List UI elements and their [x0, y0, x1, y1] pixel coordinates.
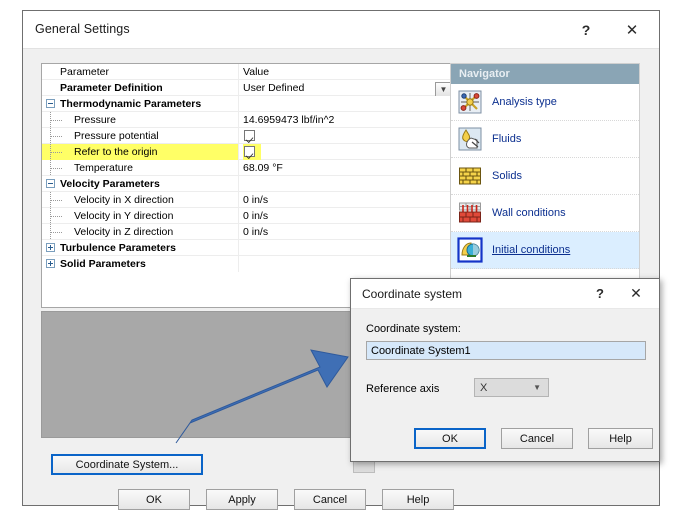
sidebar-item-initial-conditions[interactable]: Initial conditions — [451, 232, 639, 269]
chevron-down-icon[interactable]: ▼ — [533, 383, 541, 392]
table-row-velocity-z[interactable]: Velocity in Z direction 0 in/s — [42, 223, 456, 240]
tree-gutter — [42, 143, 238, 160]
sidebar-item-label: Initial conditions — [492, 244, 571, 256]
parameter-table[interactable]: Parameter Value Parameter Definition Use… — [41, 63, 457, 308]
row-value[interactable]: 0 in/s — [238, 191, 456, 208]
sidebar-item-label: Fluids — [492, 133, 522, 145]
table-row-pressure-potential[interactable]: Pressure potential — [42, 127, 456, 144]
tree-gutter — [42, 223, 238, 240]
table-row-thermodynamic-parameters[interactable]: Thermodynamic Parameters — [42, 95, 456, 112]
sidebar-item-fluids[interactable]: Fluids — [451, 121, 639, 158]
row-value-checkbox[interactable] — [238, 127, 456, 144]
sidebar-item-analysis-type[interactable]: Analysis type — [451, 84, 639, 121]
cancel-button[interactable]: Cancel — [294, 489, 366, 510]
tree-gutter — [42, 176, 238, 192]
expand-icon[interactable] — [46, 242, 55, 252]
row-label: Pressure potential — [42, 127, 238, 144]
close-icon[interactable]: ✕ — [619, 279, 653, 308]
row-value — [238, 95, 456, 112]
tree-gutter — [42, 256, 238, 272]
table-header-row: Parameter Value — [42, 64, 456, 80]
row-value[interactable]: 0 in/s — [238, 207, 456, 224]
tree-gutter — [42, 96, 238, 112]
row-value-combo[interactable]: User Defined ▼ — [238, 79, 456, 96]
help-icon[interactable]: ? — [583, 279, 617, 308]
row-label-group: Turbulence Parameters — [42, 240, 238, 256]
row-label-group: Thermodynamic Parameters — [42, 96, 238, 112]
checkbox-checked-icon[interactable] — [244, 146, 255, 157]
sidebar-item-label: Solids — [492, 170, 522, 182]
ok-button[interactable]: OK — [118, 489, 190, 510]
coordinate-dialog-title: Coordinate system — [362, 287, 463, 301]
initial-conditions-icon — [457, 237, 483, 263]
expand-icon[interactable] — [46, 258, 55, 268]
coordinate-help-button[interactable]: Help — [588, 428, 653, 449]
table-row-temperature[interactable]: Temperature 68.09 °F — [42, 159, 456, 176]
coordinate-dialog-titlebar: Coordinate system ? ✕ — [351, 279, 659, 309]
sidebar-item-label: Wall conditions — [492, 207, 566, 219]
table-row-solid-parameters[interactable]: Solid Parameters — [42, 255, 456, 272]
row-label-highlighted: Refer to the origin — [42, 143, 238, 160]
table-row-pressure[interactable]: Pressure 14.6959473 lbf/in^2 — [42, 111, 456, 128]
collapse-icon[interactable] — [46, 98, 55, 108]
coordinate-ok-button[interactable]: OK — [414, 428, 486, 449]
sidebar-item-wall-conditions[interactable]: Wall conditions — [451, 195, 639, 232]
row-label: Velocity in X direction — [42, 191, 238, 208]
wall-conditions-icon — [457, 200, 483, 226]
coordinate-system-input[interactable]: Coordinate System1 — [366, 341, 646, 360]
fluids-icon — [457, 126, 483, 152]
tree-gutter — [42, 240, 238, 256]
page-title: General Settings — [35, 22, 130, 36]
solids-icon — [457, 163, 483, 189]
collapse-icon[interactable] — [46, 178, 55, 188]
column-header-value: Value — [238, 64, 456, 80]
reference-axis-select[interactable]: X ▼ — [474, 378, 549, 397]
row-label: Temperature — [42, 159, 238, 176]
row-label: Parameter Definition — [60, 81, 163, 94]
row-value — [238, 255, 456, 272]
reference-axis-label: Reference axis — [366, 383, 440, 395]
table-row-velocity-parameters[interactable]: Velocity Parameters — [42, 175, 456, 192]
reference-axis-value: X — [480, 381, 488, 394]
row-label: Velocity in Z direction — [42, 223, 238, 240]
screenshot-root: General Settings ? ✕ Parameter Value Par… — [0, 0, 680, 530]
row-label: Velocity in Y direction — [42, 207, 238, 224]
coordinate-system-label: Coordinate system: — [366, 323, 461, 335]
row-value[interactable]: 68.09 °F — [238, 159, 456, 176]
table-row-turbulence-parameters[interactable]: Turbulence Parameters — [42, 239, 456, 256]
tree-gutter — [42, 207, 238, 224]
navigator-panel: Navigator Analysis type Fluids Solids Wa… — [450, 63, 640, 308]
tree-gutter — [42, 111, 238, 128]
row-label-group: Solid Parameters — [42, 256, 238, 272]
table-row-parameter-definition[interactable]: Parameter Definition User Defined ▼ — [42, 79, 456, 96]
tree-gutter — [42, 159, 238, 176]
column-header-parameter: Parameter — [60, 65, 110, 78]
help-icon[interactable]: ? — [565, 11, 607, 48]
table-row-velocity-y[interactable]: Velocity in Y direction 0 in/s — [42, 207, 456, 224]
sidebar-item-label: Analysis type — [492, 96, 557, 108]
row-value-checkbox[interactable] — [238, 143, 456, 160]
row-value[interactable]: 14.6959473 lbf/in^2 — [238, 111, 456, 128]
main-titlebar: General Settings ? ✕ — [23, 11, 659, 49]
row-label-group: Velocity Parameters — [42, 176, 238, 192]
close-icon[interactable]: ✕ — [611, 11, 653, 48]
coordinate-system-button[interactable]: Coordinate System... — [51, 454, 203, 475]
apply-button[interactable]: Apply — [206, 489, 278, 510]
coordinate-system-dialog: Coordinate system ? ✕ Coordinate system:… — [350, 278, 660, 462]
sidebar-item-solids[interactable]: Solids — [451, 158, 639, 195]
coordinate-cancel-button[interactable]: Cancel — [501, 428, 573, 449]
row-value — [238, 175, 456, 192]
row-label: Pressure — [42, 111, 238, 128]
table-row-velocity-x[interactable]: Velocity in X direction 0 in/s — [42, 191, 456, 208]
analysis-type-icon — [457, 89, 483, 115]
help-button[interactable]: Help — [382, 489, 454, 510]
table-row-refer-to-the-origin[interactable]: Refer to the origin — [42, 143, 456, 160]
checkbox-checked-icon[interactable] — [244, 130, 255, 141]
navigator-header: Navigator — [451, 64, 639, 84]
row-value[interactable]: 0 in/s — [238, 223, 456, 240]
tree-gutter — [42, 127, 238, 144]
combo-value: User Defined — [243, 81, 305, 94]
row-value — [238, 239, 456, 256]
tree-gutter — [42, 191, 238, 208]
